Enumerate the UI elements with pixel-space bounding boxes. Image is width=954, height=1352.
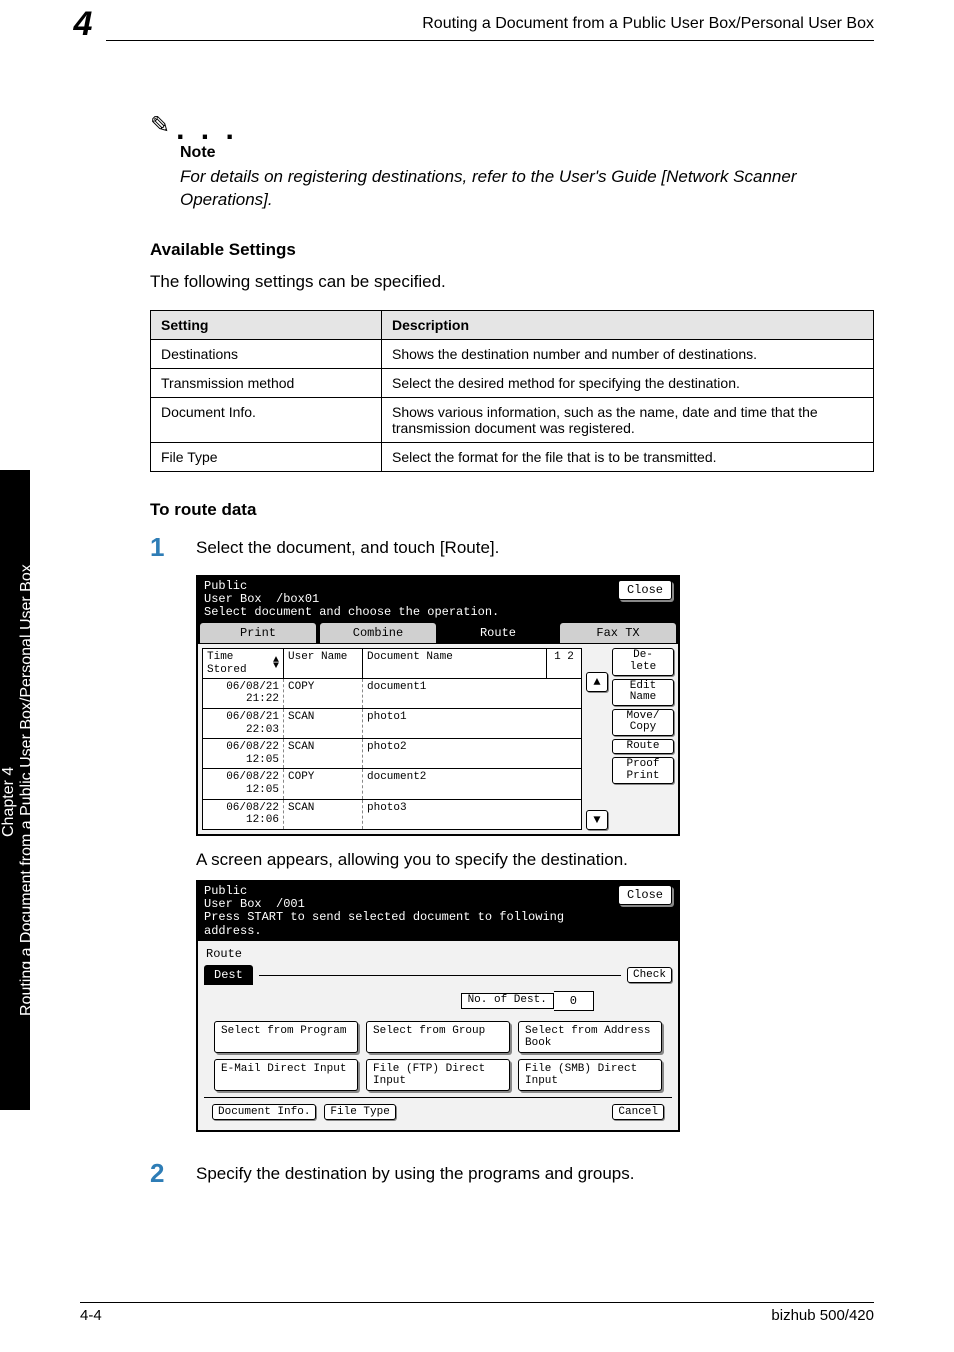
lcd-panel-route-destination: Public User Box /001 Press START to send… (196, 880, 680, 1132)
cancel-button[interactable]: Cancel (612, 1104, 664, 1120)
col-user-name[interactable]: User Name (284, 649, 363, 677)
edit-name-button[interactable]: Edit Name (612, 679, 674, 706)
list-item[interactable]: 06/08/22 12:05 SCAN photo2 (202, 739, 582, 769)
lcd1-title1: Public (204, 579, 247, 593)
footer-model: bizhub 500/420 (771, 1307, 874, 1324)
cell: Select the format for the file that is t… (382, 442, 874, 471)
step-1-number: 1 (150, 532, 174, 563)
between-text: A screen appears, allowing you to specif… (196, 850, 874, 870)
settings-col-1: Description (382, 310, 874, 339)
select-from-program-button[interactable]: Select from Program (214, 1021, 358, 1053)
table-row: Destinations Shows the destination numbe… (151, 339, 874, 368)
note-text: For details on registering destinations,… (180, 166, 874, 212)
sort-icon[interactable]: ▲▼ (273, 658, 279, 670)
email-direct-input-button[interactable]: E-Mail Direct Input (214, 1059, 358, 1091)
move-copy-button[interactable]: Move/ Copy (612, 709, 674, 736)
cell: Select the desired method for specifying… (382, 368, 874, 397)
note-dots-icon: . . . (176, 120, 238, 140)
table-row: Transmission method Select the desired m… (151, 368, 874, 397)
list-item[interactable]: 06/08/22 12:06 SCAN photo3 (202, 800, 582, 830)
document-info-button[interactable]: Document Info. (212, 1104, 316, 1120)
lcd2-title2: User Box (204, 897, 262, 911)
cell: Shows the destination number and number … (382, 339, 874, 368)
file-smb-direct-input-button[interactable]: File (SMB) Direct Input (518, 1059, 662, 1091)
dest-count-value: 0 (554, 991, 594, 1011)
cell: Destinations (151, 339, 382, 368)
lcd2-title1: Public (204, 884, 247, 898)
scroll-down-button[interactable]: ▼ (586, 810, 608, 830)
sidetab-section: Routing a Document from a Public User Bo… (18, 480, 36, 1100)
step-2-number: 2 (150, 1158, 174, 1189)
tab-combine[interactable]: Combine (319, 622, 437, 644)
close-button[interactable]: Close (618, 580, 672, 600)
col-page-indicator: 1 2 (547, 649, 581, 677)
close-button[interactable]: Close (618, 885, 672, 905)
list-item[interactable]: 06/08/22 12:05 COPY document2 (202, 769, 582, 799)
tab-print[interactable]: Print (199, 622, 317, 644)
available-settings-intro: The following settings can be specified. (150, 272, 874, 292)
table-row: Document Info. Shows various information… (151, 397, 874, 442)
settings-col-0: Setting (151, 310, 382, 339)
running-title: Routing a Document from a Public User Bo… (422, 15, 874, 33)
file-type-button[interactable]: File Type (324, 1104, 395, 1120)
delete-button[interactable]: De- lete (612, 648, 674, 675)
footer-page: 4-4 (80, 1307, 102, 1324)
lcd2-instruction: Press START to send selected document to… (204, 911, 618, 937)
divider (259, 974, 621, 976)
list-item[interactable]: 06/08/21 21:22 COPY document1 (202, 679, 582, 709)
cell: Transmission method (151, 368, 382, 397)
table-row: File Type Select the format for the file… (151, 442, 874, 471)
check-button[interactable]: Check (627, 967, 672, 983)
tab-route[interactable]: Route (439, 622, 557, 644)
cell: File Type (151, 442, 382, 471)
step-2-text: Specify the destination by using the pro… (196, 1158, 635, 1184)
route-button[interactable]: Route (612, 739, 674, 755)
scroll-up-button[interactable]: ▲ (586, 672, 608, 692)
dest-tab[interactable]: Dest (204, 965, 253, 985)
cell: Document Info. (151, 397, 382, 442)
select-from-address-book-button[interactable]: Select from Address Book (518, 1021, 662, 1053)
col-document-name[interactable]: Document Name (363, 649, 547, 677)
proof-print-button[interactable]: Proof Print (612, 757, 674, 784)
side-tab: Chapter 4 Routing a Document from a Publ… (0, 470, 30, 1110)
chapter-number: 4 (74, 5, 93, 43)
lcd-panel-select-document: Public User Box /box01 Select document a… (196, 575, 680, 836)
note-icon: ✎ (150, 111, 170, 140)
file-ftp-direct-input-button[interactable]: File (FTP) Direct Input (366, 1059, 510, 1091)
note-label: Note (180, 144, 874, 162)
available-settings-heading: Available Settings (150, 240, 874, 260)
tab-fax-tx[interactable]: Fax TX (559, 622, 677, 644)
col-time-stored[interactable]: Time Stored ▲▼ (203, 649, 284, 677)
lcd1-title2: User Box (204, 592, 262, 606)
dest-count-label: No. of Dest. (461, 993, 554, 1009)
lcd1-instruction: Select document and choose the operation… (204, 606, 499, 619)
route-data-heading: To route data (150, 500, 874, 520)
sidetab-chapter: Chapter 4 (0, 504, 18, 1100)
lcd1-boxid: /box01 (276, 592, 319, 606)
lcd2-boxid: /001 (276, 897, 305, 911)
list-item[interactable]: 06/08/21 22:03 SCAN photo1 (202, 709, 582, 739)
step-1-text: Select the document, and touch [Route]. (196, 532, 499, 558)
route-label: Route (206, 947, 672, 961)
cell: Shows various information, such as the n… (382, 397, 874, 442)
select-from-group-button[interactable]: Select from Group (366, 1021, 510, 1053)
settings-table: Setting Description Destinations Shows t… (150, 310, 874, 472)
